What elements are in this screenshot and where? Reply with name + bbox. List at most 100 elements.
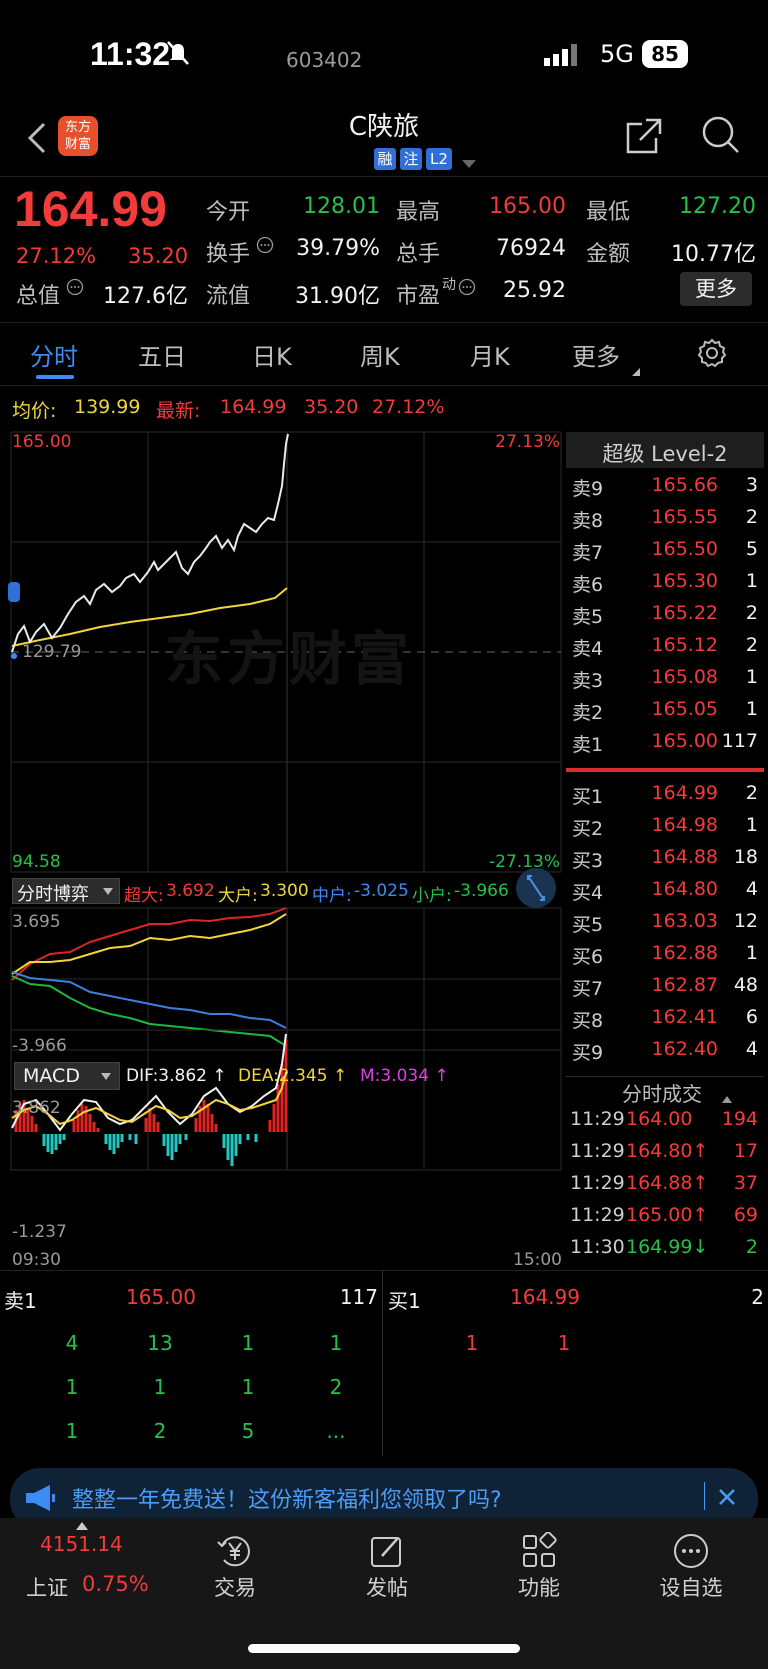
tab-functions-label: 功能 — [518, 1576, 560, 1600]
tab-post[interactable]: 发帖 — [342, 1518, 432, 1618]
macd-y-bottom: -1.237 — [12, 1222, 67, 1242]
network-type: 5G — [600, 40, 634, 68]
trade-price: 165.00↑ — [626, 1204, 709, 1226]
bid-label: 买4 — [572, 882, 604, 904]
status-bar: 11:32 5G 85 — [0, 0, 768, 100]
tab-five-day[interactable]: 五日 — [138, 337, 186, 372]
game-selector[interactable]: 分时博弈 — [12, 878, 120, 905]
share-icon[interactable] — [624, 116, 664, 160]
ask-row[interactable]: 卖5 165.22 2 — [566, 602, 764, 632]
macd-y-top: 3.862 — [12, 1098, 61, 1118]
bid-row[interactable]: 买3 164.88 18 — [566, 846, 764, 876]
ask-row[interactable]: 卖7 165.50 5 — [566, 538, 764, 568]
stock-code: 603402 — [286, 48, 363, 72]
game-title: 分时博弈 — [17, 884, 89, 905]
tab-daily-k[interactable]: 日K — [252, 337, 292, 372]
trade-time: 11:29 — [570, 1140, 625, 1162]
trade-price: 164.00 — [626, 1108, 693, 1130]
more-button[interactable]: 更多 — [680, 272, 752, 306]
bid-row[interactable]: 买9 162.40 4 — [566, 1038, 764, 1068]
ask-price: 165.22 — [651, 602, 718, 624]
game-y-bottom: -3.966 — [12, 1036, 67, 1056]
index-name: 上证 — [26, 1576, 68, 1600]
ask-price: 165.00 — [651, 730, 718, 752]
change-amount: 35.20 — [128, 244, 189, 268]
ask-row[interactable]: 卖3 165.08 1 — [566, 666, 764, 696]
float-value: 31.90亿 — [295, 284, 380, 309]
bid-row[interactable]: 买8 162.41 6 — [566, 1006, 764, 1036]
bid-label: 买5 — [572, 914, 604, 936]
level2-header[interactable]: 超级 Level-2 — [566, 432, 764, 468]
bid-qty: 4 — [745, 1038, 758, 1060]
ask-qty: 2 — [745, 602, 758, 624]
trades-title[interactable]: 分时成交 — [622, 1078, 702, 1107]
megaphone-icon — [24, 1484, 56, 1516]
index-ticker[interactable]: 4151.14 上证 0.75% — [20, 1518, 160, 1618]
sell-queue-order: 5 — [241, 1419, 255, 1443]
ask-row[interactable]: 卖4 165.12 2 — [566, 634, 764, 664]
macd-dea: DEA:2.345 ↑ — [238, 1066, 348, 1086]
bid-row[interactable]: 买6 162.88 1 — [566, 942, 764, 972]
trade-row[interactable]: 11:29 165.00↑ 69 — [566, 1204, 764, 1234]
ask-qty: 1 — [745, 698, 758, 720]
latest-label: 最新: — [156, 400, 201, 422]
tab-more[interactable]: 更多 — [572, 337, 620, 372]
ask-label: 卖2 — [572, 702, 604, 724]
ask-qty: 2 — [745, 634, 758, 656]
caret-up-icon — [722, 1088, 732, 1107]
bid-row[interactable]: 买5 163.03 12 — [566, 910, 764, 940]
sell-queue-order: 1 — [153, 1375, 167, 1399]
trade-row[interactable]: 11:29 164.00 194 — [566, 1108, 764, 1138]
settings-icon[interactable] — [696, 337, 728, 373]
trade-row[interactable]: 11:29 164.80↑ 17 — [566, 1140, 764, 1170]
tab-functions[interactable]: 功能 — [494, 1518, 584, 1618]
avg-label: 均价: — [12, 400, 57, 422]
bid-row[interactable]: 买1 164.99 2 — [566, 782, 764, 812]
latest-change: 35.20 — [304, 396, 359, 418]
mute-icon — [166, 40, 190, 66]
info-icon[interactable] — [66, 278, 84, 300]
buy-queue-order: 1 — [557, 1331, 571, 1355]
macd-title: MACD — [23, 1065, 80, 1087]
info-icon[interactable] — [256, 236, 274, 258]
bid-qty: 48 — [733, 974, 758, 996]
expand-icon[interactable] — [516, 868, 556, 908]
close-icon[interactable] — [718, 1488, 736, 1510]
bid-row[interactable]: 买4 164.80 4 — [566, 878, 764, 908]
battery-indicator: 85 — [642, 40, 688, 68]
ask-row[interactable]: 卖9 165.66 3 — [566, 474, 764, 504]
divider — [704, 1482, 705, 1510]
ask-row[interactable]: 卖1 165.00 117 — [566, 730, 764, 760]
queue-buy-label: 买1 — [388, 1289, 421, 1313]
dropdown-icon[interactable] — [462, 155, 476, 174]
ask-row[interactable]: 卖8 165.55 2 — [566, 506, 764, 536]
ask-label: 卖4 — [572, 638, 604, 660]
trade-time: 11:30 — [570, 1236, 625, 1258]
tab-watchlist[interactable]: 设自选 — [646, 1518, 736, 1618]
trade-qty: 69 — [733, 1204, 758, 1226]
tab-weekly-k[interactable]: 周K — [360, 337, 400, 372]
ask-label: 卖1 — [572, 734, 604, 756]
bid-row[interactable]: 买2 164.98 1 — [566, 814, 764, 844]
small-label: 小户: — [412, 886, 452, 906]
bid-price: 164.88 — [651, 846, 718, 868]
chart-tabs: 分时 五日 日K 周K 月K 更多 — [0, 322, 768, 386]
tab-intraday[interactable]: 分时 — [30, 337, 78, 372]
trade-row[interactable]: 11:30 164.99↓ 2 — [566, 1236, 764, 1266]
tab-trade[interactable]: 交易 — [190, 1518, 280, 1618]
chevron-down-icon — [101, 1073, 111, 1080]
macd-selector[interactable]: MACD — [14, 1062, 120, 1090]
ask-row[interactable]: 卖2 165.05 1 — [566, 698, 764, 728]
ask-row[interactable]: 卖6 165.30 1 — [566, 570, 764, 600]
tab-monthly-k[interactable]: 月K — [470, 337, 510, 372]
level2-title: 超级 Level-2 — [602, 442, 728, 466]
bid-qty: 4 — [745, 878, 758, 900]
divider — [382, 1271, 383, 1456]
bid-row[interactable]: 买7 162.87 48 — [566, 974, 764, 1004]
search-icon[interactable] — [700, 114, 742, 160]
bid-label: 买3 — [572, 850, 604, 872]
index-pct: 0.75% — [82, 1572, 149, 1596]
trade-row[interactable]: 11:29 164.88↑ 37 — [566, 1172, 764, 1202]
order-queue-panel: 卖1 165.00 117 买1 164.99 2 4 13 1 1 1 1 1 2 1 2 5..… — [0, 1270, 768, 1456]
home-indicator[interactable] — [248, 1644, 520, 1653]
